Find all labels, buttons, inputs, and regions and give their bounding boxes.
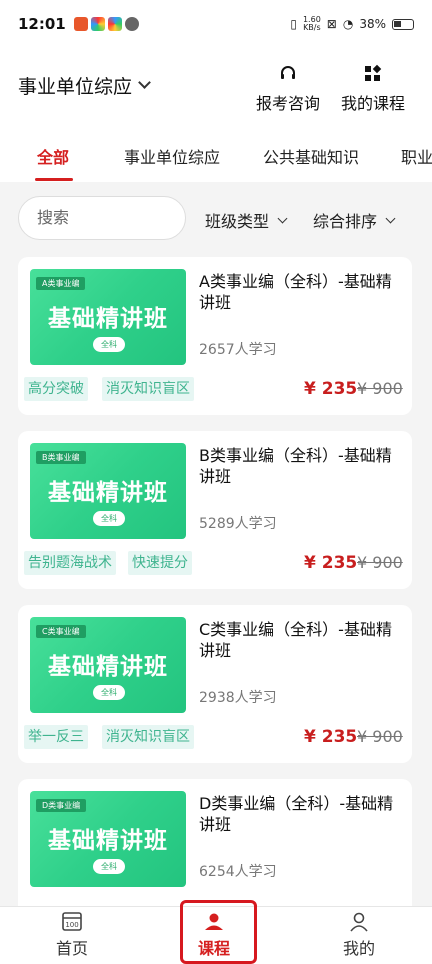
search-input[interactable]: 搜索 (18, 196, 186, 240)
thumbnail-title: 基础精讲班 (48, 828, 168, 854)
sale-price: ¥ 235 (304, 553, 358, 573)
app-notification-icon (124, 17, 139, 31)
chevron-down-icon (138, 76, 151, 89)
course-title: B类事业编（全科）-基础精讲班 (199, 446, 392, 486)
nav-home-label: 首页 (56, 939, 89, 958)
home-calendar-icon: 100 (62, 912, 82, 931)
app-notification-icon (73, 17, 88, 31)
consult-button[interactable]: 报考咨询 (256, 64, 320, 114)
wifi-icon: ◔ (342, 17, 354, 31)
active-tab-indicator (35, 178, 73, 181)
tab-public-knowledge[interactable]: 公共基础知识 (263, 144, 359, 168)
tab-all[interactable]: 全部 (37, 144, 69, 168)
course-title: D类事业编（全科）-基础精讲班 (199, 794, 394, 834)
headset-icon (281, 66, 295, 79)
course-tag: 消灭知识盲区 (102, 377, 194, 401)
chevron-down-icon (277, 213, 288, 223)
user-icon (350, 912, 368, 932)
thumbnail-tag: C类事业编 (36, 625, 86, 638)
course-tag: 告别题海战术 (24, 551, 116, 575)
nav-home[interactable]: 100 首页 (56, 911, 88, 959)
thumbnail-title: 基础精讲班 (48, 654, 168, 680)
course-tag: 举一反三 (24, 725, 88, 749)
status-bar: 12:01 ▯ 1.60 KB/s ⊠ ◔ 38% (0, 0, 432, 48)
consult-label: 报考咨询 (256, 94, 321, 113)
svg-text:100: 100 (65, 921, 78, 929)
chevron-down-icon (385, 213, 396, 223)
tab-public-institution[interactable]: 事业单位综应 (124, 144, 220, 168)
sort-dropdown[interactable]: 综合排序 (313, 208, 396, 232)
sale-price: ¥ 235 (304, 727, 358, 747)
course-title: A类事业编（全科）-基础精讲班 (199, 272, 392, 312)
sale-price: ¥ 235 (304, 379, 358, 399)
apps-grid-icon (365, 64, 382, 81)
my-courses-label: 我的课程 (341, 94, 406, 113)
thumbnail-tag: D类事业编 (36, 799, 87, 812)
my-courses-button[interactable]: 我的课程 (341, 64, 405, 114)
learner-count: 5289人学习 (199, 516, 277, 532)
battery-icon (392, 18, 414, 30)
battery-percent: 38% (359, 17, 386, 31)
highlight-box (180, 900, 257, 964)
thumbnail-pill: 全科 (93, 859, 125, 874)
course-thumbnail: D类事业编 基础精讲班 全科 (30, 791, 186, 887)
learner-count: 2938人学习 (199, 690, 277, 706)
course-card[interactable]: C类事业编 基础精讲班 全科 C类事业编（全科）-基础精讲班 2938人学习 举… (18, 605, 412, 763)
course-thumbnail: C类事业编 基础精讲班 全科 (30, 617, 186, 713)
course-thumbnail: A类事业编 基础精讲班 全科 (30, 269, 186, 365)
sim-icon: ⊠ (326, 17, 337, 31)
nav-mine-label: 我的 (343, 939, 376, 958)
nav-mine[interactable]: 我的 (343, 911, 375, 959)
course-title: C类事业编（全科）-基础精讲班 (199, 620, 392, 660)
original-price: ¥ 900 (357, 553, 403, 572)
class-type-label: 班级类型 (205, 212, 270, 231)
course-card[interactable]: D类事业编 基础精讲班 全科 D类事业编（全科）-基础精讲班 6254人学习 (18, 779, 412, 919)
app-notification-icon (107, 17, 122, 31)
app-notification-icon (90, 17, 105, 31)
app-header: 事业单位综应 报考咨询 我的课程 (0, 48, 432, 128)
course-tag: 快速提分 (128, 551, 192, 575)
thumbnail-title: 基础精讲班 (48, 306, 168, 332)
course-card[interactable]: B类事业编 基础精讲班 全科 B类事业编（全科）-基础精讲班 5289人学习 告… (18, 431, 412, 589)
vibrate-icon: ▯ (290, 17, 297, 31)
thumbnail-pill: 全科 (93, 337, 125, 352)
thumbnail-pill: 全科 (93, 511, 125, 526)
learner-count: 6254人学习 (199, 864, 277, 880)
status-time: 12:01 (18, 15, 66, 33)
course-tag: 消灭知识盲区 (102, 725, 194, 749)
filter-bar: 搜索 班级类型 综合排序 (0, 182, 432, 244)
tab-career[interactable]: 职业 (401, 144, 432, 168)
thumbnail-tag: B类事业编 (36, 451, 86, 464)
thumbnail-pill: 全科 (93, 685, 125, 700)
sort-label: 综合排序 (313, 212, 378, 231)
course-tag: 高分突破 (24, 377, 88, 401)
course-card[interactable]: A类事业编 基础精讲班 全科 A类事业编（全科）-基础精讲班 2657人学习 高… (18, 257, 412, 415)
thumbnail-title: 基础精讲班 (48, 480, 168, 506)
category-selector[interactable]: 事业单位综应 (18, 72, 151, 99)
page-title: 事业单位综应 (18, 76, 133, 98)
network-speed: 1.60 KB/s (302, 15, 321, 32)
thumbnail-tag: A类事业编 (36, 277, 86, 290)
learner-count: 2657人学习 (199, 342, 277, 358)
class-type-dropdown[interactable]: 班级类型 (205, 208, 288, 232)
notification-icons (73, 17, 139, 31)
category-tabs: 全部 事业单位综应 公共基础知识 职业 (0, 128, 432, 182)
original-price: ¥ 900 (357, 379, 403, 398)
course-thumbnail: B类事业编 基础精讲班 全科 (30, 443, 186, 539)
original-price: ¥ 900 (357, 727, 403, 746)
